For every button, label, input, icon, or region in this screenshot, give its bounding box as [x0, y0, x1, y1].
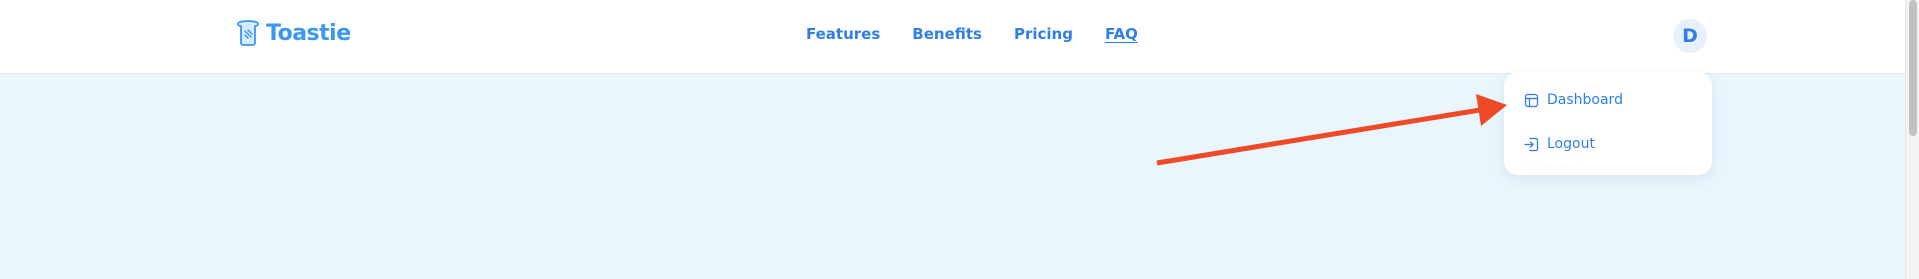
user-avatar-button[interactable]: D: [1673, 19, 1707, 53]
scrollbar-thumb[interactable]: [1909, 0, 1917, 136]
nav-link-pricing[interactable]: Pricing: [1014, 24, 1073, 44]
logo-link[interactable]: Toastie: [236, 20, 351, 46]
toast-logo-icon: [237, 20, 259, 46]
nav-link-benefits[interactable]: Benefits: [912, 24, 982, 44]
nav-link-features[interactable]: Features: [806, 24, 880, 44]
menu-item-dashboard[interactable]: Dashboard: [1524, 90, 1712, 110]
user-dropdown-menu: Dashboard Logout: [1504, 72, 1712, 175]
page-scrollbar[interactable]: [1905, 0, 1919, 279]
logout-icon: [1524, 137, 1539, 151]
menu-item-logout[interactable]: Logout: [1524, 134, 1712, 154]
layout-icon: [1524, 93, 1539, 107]
page: Toastie Features Benefits Pricing FAQ D …: [0, 0, 1919, 279]
nav-link-faq[interactable]: FAQ: [1105, 24, 1138, 44]
menu-item-label: Logout: [1547, 136, 1595, 152]
menu-item-label: Dashboard: [1547, 92, 1623, 108]
main-nav: Features Benefits Pricing FAQ: [806, 24, 1138, 44]
logo-text: Toastie: [266, 20, 351, 46]
top-navbar: Toastie Features Benefits Pricing FAQ D: [0, 0, 1905, 74]
